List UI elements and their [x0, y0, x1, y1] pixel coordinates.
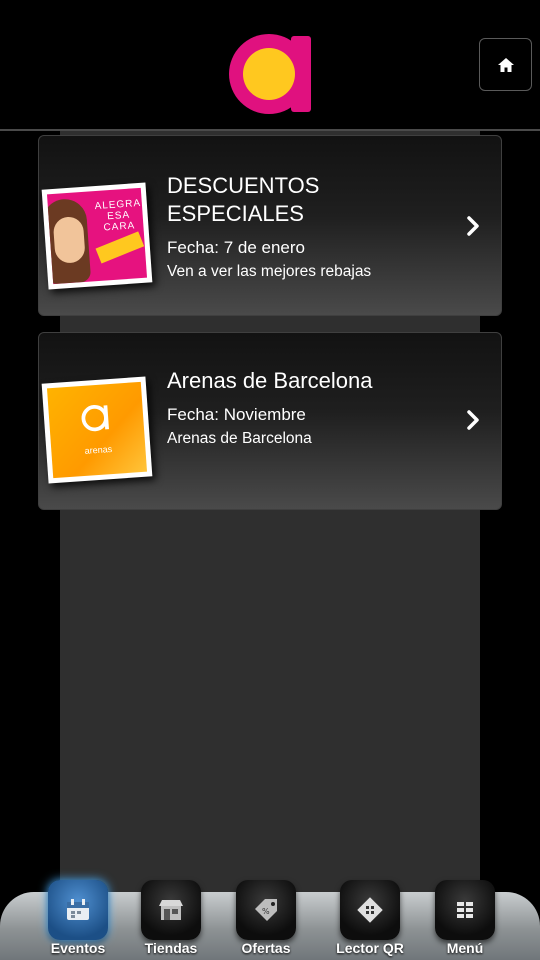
tab-ofertas[interactable]: % Ofertas	[226, 872, 306, 960]
event-title-line: DESCUENTOS	[167, 173, 320, 198]
tab-label: Ofertas	[241, 940, 291, 956]
chevron-right-icon	[467, 216, 479, 236]
chevron-right-icon	[467, 410, 479, 430]
qr-icon	[340, 880, 400, 940]
tab-label: Menú	[446, 940, 484, 956]
event-thumbnail: ALEGRA ESA CARA	[41, 182, 153, 290]
event-title: Arenas de Barcelona	[167, 368, 373, 393]
tab-label: Lector QR	[336, 940, 404, 956]
home-button[interactable]	[479, 38, 532, 91]
thumb-text: arenas	[84, 444, 113, 456]
store-icon	[141, 880, 201, 940]
event-title-line: ESPECIALES	[167, 201, 304, 226]
tab-label: Eventos	[50, 940, 106, 956]
event-thumbnail: arenas	[41, 376, 153, 484]
tag-icon: %	[236, 880, 296, 940]
home-icon	[497, 57, 514, 72]
menu-grid-icon	[435, 880, 495, 940]
tab-menu[interactable]: Menú	[425, 872, 505, 960]
svg-text:%: %	[262, 907, 270, 916]
tab-lector-qr[interactable]: Lector QR	[330, 872, 410, 960]
event-card-arenas[interactable]: arenas Arenas de Barcelona Fecha: Noviem…	[38, 332, 502, 510]
arenas-logo-icon	[81, 405, 109, 432]
event-card-descuentos[interactable]: ALEGRA ESA CARA DESCUENTOS ESPECIALES Fe…	[38, 135, 502, 316]
tab-tiendas[interactable]: Tiendas	[131, 872, 211, 960]
tab-eventos[interactable]: Eventos	[38, 872, 118, 960]
event-title: DESCUENTOS ESPECIALES	[167, 172, 461, 228]
calendar-icon	[48, 880, 108, 940]
app-header	[0, 0, 540, 130]
tab-label: Tiendas	[144, 940, 198, 956]
event-description: Ven a ver las mejores rebajas	[167, 263, 372, 280]
event-date: Fecha: 7 de enero	[167, 238, 305, 257]
arenas-logo-icon	[229, 34, 311, 114]
event-date: Fecha: Noviembre	[167, 405, 306, 424]
event-description: Arenas de Barcelona	[167, 430, 312, 447]
